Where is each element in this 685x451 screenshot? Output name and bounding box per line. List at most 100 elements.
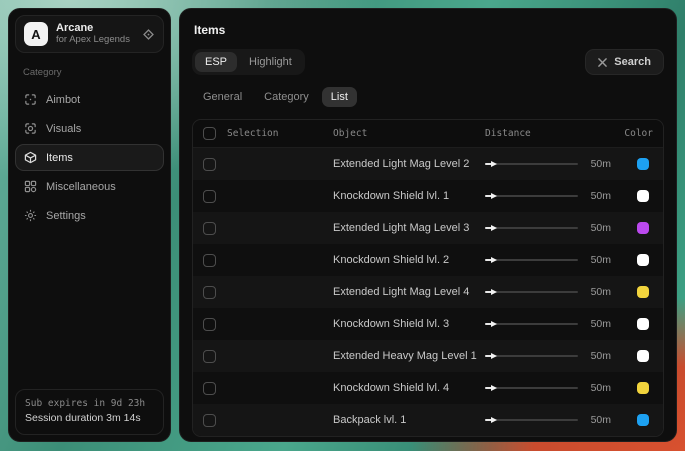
row-checkbox[interactable]	[203, 158, 216, 171]
items-table: Selection Object Distance Color Extended…	[192, 119, 664, 437]
row-distance-value: 50m	[587, 414, 611, 426]
row-distance-value: 50m	[587, 158, 611, 170]
items-table-body: Extended Light Mag Level 2 50m Knockdown…	[193, 148, 663, 436]
row-color-swatch[interactable]	[637, 222, 649, 234]
distance-slider[interactable]	[485, 259, 578, 261]
pin-target-icon[interactable]	[142, 28, 155, 41]
row-object-label: Extended Light Mag Level 3	[333, 222, 485, 234]
slider-thumb-icon[interactable]	[491, 321, 497, 327]
table-header-row: Selection Object Distance Color	[193, 120, 663, 148]
distance-slider[interactable]	[485, 163, 578, 165]
distance-slider[interactable]	[485, 195, 578, 197]
row-checkbox[interactable]	[203, 382, 216, 395]
distance-slider[interactable]	[485, 227, 578, 229]
row-color-swatch[interactable]	[637, 350, 649, 362]
distance-slider[interactable]	[485, 291, 578, 293]
row-object-label: Knockdown Shield lvl. 1	[333, 190, 485, 202]
row-distance-value: 50m	[587, 222, 611, 234]
row-distance-value: 50m	[587, 350, 611, 362]
header-selection-cell: Selection	[203, 127, 333, 140]
slider-thumb-icon[interactable]	[491, 257, 497, 263]
row-color-swatch[interactable]	[637, 382, 649, 394]
table-row: Knockdown Shield lvl. 2 50m	[193, 244, 663, 276]
header-distance-label: Distance	[485, 128, 611, 139]
row-object-label: Knockdown Shield lvl. 4	[333, 382, 485, 394]
row-color-swatch[interactable]	[637, 190, 649, 202]
grid-icon	[24, 180, 37, 193]
toolbar: ESPHighlight Search	[192, 49, 664, 75]
row-checkbox[interactable]	[203, 414, 216, 427]
slider-thumb-icon[interactable]	[491, 161, 497, 167]
view-tab-general[interactable]: General	[194, 87, 251, 107]
slider-thumb-icon[interactable]	[491, 225, 497, 231]
sidebar-item-items[interactable]: Items	[15, 144, 164, 171]
row-object-label: Backpack lvl. 1	[333, 414, 485, 426]
sidebar: A Arcane for Apex Legends Category Aimbo…	[8, 8, 171, 442]
slider-thumb-icon[interactable]	[491, 353, 497, 359]
row-object-label: Knockdown Shield lvl. 2	[333, 254, 485, 266]
row-distance-value: 50m	[587, 254, 611, 266]
table-row: Extended Light Mag Level 3 50m	[193, 212, 663, 244]
sidebar-item-label: Visuals	[46, 123, 81, 135]
table-row: Knockdown Shield lvl. 1 50m	[193, 180, 663, 212]
row-distance-value: 50m	[587, 286, 611, 298]
sidebar-item-aimbot[interactable]: Aimbot	[15, 86, 164, 113]
row-checkbox[interactable]	[203, 318, 216, 331]
search-button-label: Search	[614, 56, 651, 68]
search-icon	[598, 58, 607, 67]
distance-slider[interactable]	[485, 323, 578, 325]
table-row: Extended Light Mag Level 4 50m	[193, 276, 663, 308]
table-row: Knockdown Shield lvl. 3 50m	[193, 308, 663, 340]
row-checkbox[interactable]	[203, 254, 216, 267]
row-checkbox[interactable]	[203, 286, 216, 299]
crosshair-icon	[24, 93, 37, 106]
header-selection-label: Selection	[227, 128, 278, 139]
mode-tab-esp[interactable]: ESP	[195, 52, 237, 72]
table-row: Extended Heavy Mag Level 1 50m	[193, 340, 663, 372]
row-checkbox[interactable]	[203, 222, 216, 235]
row-color-swatch[interactable]	[637, 414, 649, 426]
row-color-swatch[interactable]	[637, 286, 649, 298]
sub-expires-text: Sub expires in 9d 23h	[25, 397, 154, 411]
slider-thumb-icon[interactable]	[491, 289, 497, 295]
sidebar-item-label: Items	[46, 152, 73, 164]
distance-slider[interactable]	[485, 355, 578, 357]
slider-thumb-icon[interactable]	[491, 193, 497, 199]
session-duration-text: Session duration 3m 14s	[25, 411, 154, 427]
sidebar-item-settings[interactable]: Settings	[15, 202, 164, 229]
row-checkbox[interactable]	[203, 190, 216, 203]
row-color-swatch[interactable]	[637, 158, 649, 170]
box-icon	[24, 151, 37, 164]
row-color-swatch[interactable]	[637, 318, 649, 330]
row-distance-value: 50m	[587, 318, 611, 330]
distance-slider[interactable]	[485, 387, 578, 389]
view-tab-list[interactable]: List	[322, 87, 357, 107]
table-row: Extended Light Mag Level 2 50m	[193, 148, 663, 180]
row-checkbox[interactable]	[203, 350, 216, 363]
row-color-swatch[interactable]	[637, 254, 649, 266]
view-tab-category[interactable]: Category	[255, 87, 318, 107]
app-logo: A	[24, 22, 48, 46]
row-object-label: Extended Light Mag Level 2	[333, 158, 485, 170]
table-row: Knockdown Shield lvl. 4 50m	[193, 372, 663, 404]
sidebar-item-label: Settings	[46, 210, 86, 222]
slider-thumb-icon[interactable]	[491, 385, 497, 391]
distance-slider[interactable]	[485, 419, 578, 421]
app-header: A Arcane for Apex Legends	[15, 15, 164, 53]
sidebar-category-label: Category	[23, 67, 156, 78]
sidebar-item-label: Aimbot	[46, 94, 80, 106]
main-panel: Items ESPHighlight Search GeneralCategor…	[179, 8, 677, 442]
select-all-checkbox[interactable]	[203, 127, 216, 140]
page-title: Items	[194, 23, 664, 37]
row-distance-value: 50m	[587, 382, 611, 394]
sidebar-item-visuals[interactable]: Visuals	[15, 115, 164, 142]
subscription-status-box: Sub expires in 9d 23h Session duration 3…	[15, 389, 164, 435]
search-button[interactable]: Search	[585, 49, 664, 75]
header-color-label: Color	[611, 128, 653, 139]
row-object-label: Extended Light Mag Level 4	[333, 286, 485, 298]
slider-thumb-icon[interactable]	[491, 417, 497, 423]
row-object-label: Extended Heavy Mag Level 1	[333, 350, 485, 362]
mode-tab-highlight[interactable]: Highlight	[239, 52, 302, 72]
mode-tabs: ESPHighlight	[192, 49, 305, 75]
sidebar-item-miscellaneous[interactable]: Miscellaneous	[15, 173, 164, 200]
